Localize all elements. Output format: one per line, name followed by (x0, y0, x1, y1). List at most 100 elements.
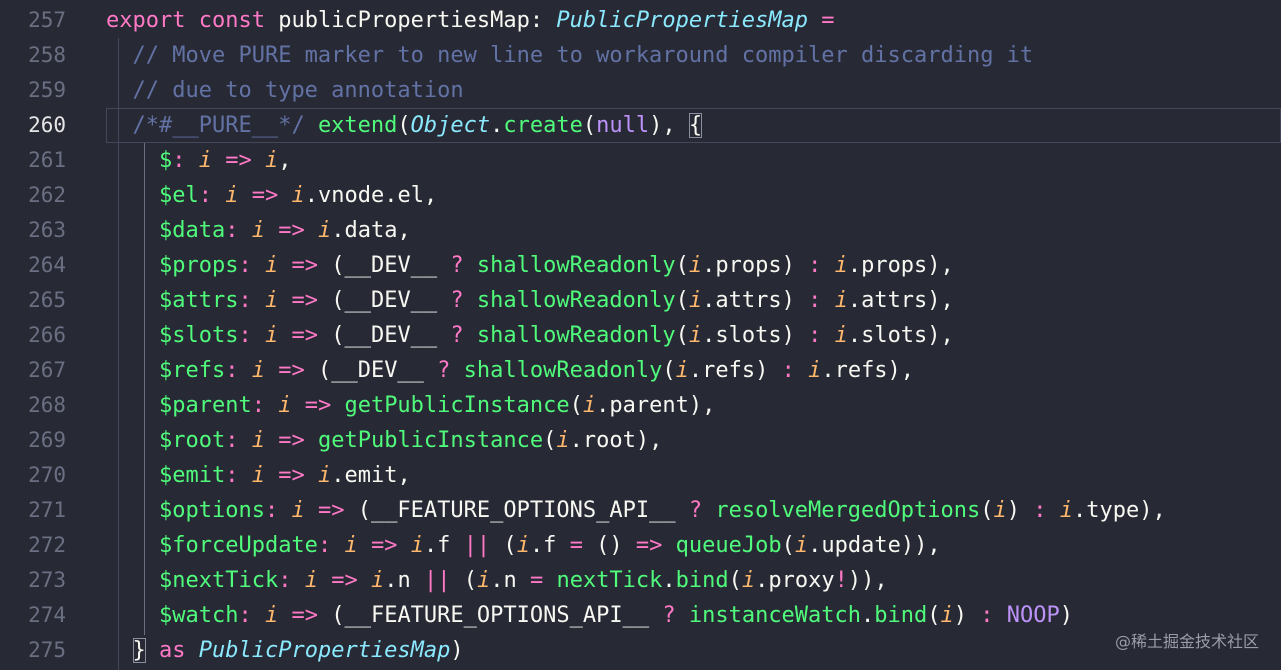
code-token: shallowReadonly (476, 288, 676, 313)
code-text: $data: i => i.data, (106, 213, 411, 248)
code-token: i (264, 603, 279, 628)
code-token: bind (874, 603, 928, 628)
code-line[interactable]: 268 $parent: i => getPublicInstance(i.pa… (0, 388, 1281, 423)
code-line[interactable]: 267 $refs: i => (__DEV__ ? shallowReadon… (0, 353, 1281, 388)
code-text: // due to type annotation (106, 73, 464, 108)
code-token: getPublicInstance (344, 393, 570, 418)
code-line[interactable]: 259 // due to type annotation (0, 73, 1281, 108)
code-text: /*#__PURE__*/ extend(Object.create(null)… (106, 108, 703, 143)
code-token: : (808, 288, 822, 313)
code-token: : (781, 358, 795, 383)
code-token: .proxy (755, 568, 835, 593)
code-token: : (264, 498, 279, 523)
code-token: ? (450, 323, 464, 348)
code-token: $forceUpdate (158, 533, 318, 558)
code-line[interactable]: 272 $forceUpdate: i => i.f || (i.f = () … (0, 528, 1281, 563)
code-token: , (278, 148, 292, 173)
code-line[interactable]: 274 $watch: i => (__FEATURE_OPTIONS_API_… (0, 598, 1281, 633)
code-line[interactable]: 266 $slots: i => (__DEV__ ? shallowReado… (0, 318, 1281, 353)
code-token: i (251, 428, 265, 453)
code-token: .attrs) (702, 288, 809, 313)
code-token: i (344, 533, 358, 558)
code-line[interactable]: 263 $data: i => i.data, (0, 213, 1281, 248)
code-token: shallowReadonly (476, 323, 676, 348)
code-token: : (251, 393, 265, 418)
code-token: resolveMergedOptions (715, 498, 981, 523)
code-token: i (675, 358, 689, 383)
code-token: i (1059, 498, 1073, 523)
code-token: : (317, 533, 332, 558)
code-token: // Move PURE marker to new line to worka… (132, 43, 1034, 68)
code-token: ? (450, 253, 464, 278)
code-line[interactable]: 265 $attrs: i => (__DEV__ ? shallowReado… (0, 283, 1281, 318)
code-line[interactable]: 264 $props: i => (__DEV__ ? shallowReado… (0, 248, 1281, 283)
code-line[interactable]: 262 $el: i => i.vnode.el, (0, 178, 1281, 213)
code-token: ( (450, 568, 477, 593)
code-token: i (370, 568, 385, 593)
code-token: ? (437, 358, 451, 383)
code-token: .props), (847, 253, 954, 278)
code-token: .type), (1072, 498, 1166, 523)
code-line[interactable]: 269 $root: i => getPublicInstance(i.root… (0, 423, 1281, 458)
code-token: ) (1006, 498, 1034, 523)
code-token: i (834, 288, 848, 313)
code-token: ) (953, 603, 981, 628)
code-line[interactable]: 271 $options: i => (__FEATURE_OPTIONS_AP… (0, 493, 1281, 528)
code-line[interactable]: 258 // Move PURE marker to new line to w… (0, 38, 1281, 73)
code-token: . (490, 113, 504, 138)
code-line[interactable]: 261 $: i => i, (0, 143, 1281, 178)
code-line[interactable]: 270 $emit: i => i.emit, (0, 458, 1281, 493)
code-token: .attrs), (847, 288, 954, 313)
line-number: 271 (28, 498, 66, 522)
code-token: ? (662, 603, 676, 628)
code-line[interactable]: 257 export const publicPropertiesMap: Pub… (0, 3, 1281, 38)
code-token: create (503, 113, 583, 138)
code-line[interactable]: 273 $nextTick: i => i.n || (i.n = nextTi… (0, 563, 1281, 598)
code-token: i (317, 218, 332, 243)
code-token: i (225, 183, 239, 208)
code-editor[interactable]: 257 export const publicPropertiesMap: Pub… (0, 0, 1281, 670)
code-token: (__DEV__ (317, 323, 451, 348)
code-token: : (238, 603, 252, 628)
code-token: ( (980, 498, 994, 523)
code-token: .update)), (808, 533, 941, 558)
code-token: i (304, 568, 318, 593)
code-token: => (291, 323, 318, 348)
code-token: .slots), (847, 323, 954, 348)
code-token: export (106, 8, 186, 33)
code-token: ( (490, 533, 517, 558)
code-text: $nextTick: i => i.n || (i.n = nextTick.b… (106, 563, 888, 598)
code-token: i (251, 218, 265, 243)
line-number: 274 (28, 603, 66, 627)
code-token: ( (675, 288, 689, 313)
code-line[interactable]: 260 /*#__PURE__*/ extend(Object.create(n… (0, 108, 1281, 143)
code-text: $: i => i, (106, 143, 292, 178)
code-token: )), (847, 568, 888, 593)
code-text: export const publicPropertiesMap: Public… (106, 3, 835, 38)
code-token: || (463, 533, 491, 558)
code-token: $data (158, 218, 226, 243)
code-line[interactable]: 275 } as PublicPropertiesMap) (0, 633, 1281, 668)
code-token: ? (450, 288, 464, 313)
code-token: => (304, 393, 332, 418)
